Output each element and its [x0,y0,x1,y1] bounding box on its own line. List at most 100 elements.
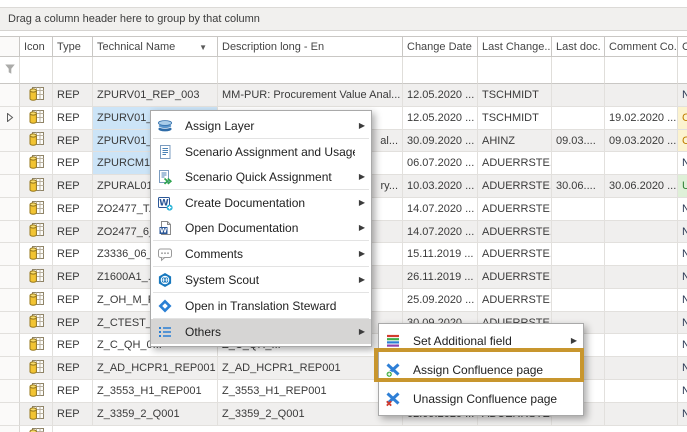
menu-item-scenario-quick-assignment[interactable]: Scenario Quick Assignment▶ [151,164,371,189]
cell-change_date[interactable]: 06.07.2020 ... [403,152,478,175]
cell-comment[interactable] [605,221,678,243]
cell-comment[interactable] [605,403,678,426]
row-indicator-cell[interactable] [0,289,20,312]
cell-desc[interactable]: Z_3359_2_Q001 [218,403,403,426]
menu-item-open-in-translation-steward[interactable]: Open in Translation Steward [151,293,371,318]
cell-type[interactable]: REP [53,152,93,175]
filter-row-indicator[interactable] [0,57,20,84]
cell-icon[interactable] [20,221,53,243]
cell-last_doc[interactable] [552,84,605,107]
cell-extra[interactable]: N... [678,312,687,334]
row-indicator-cell[interactable] [0,198,20,221]
cell-extra[interactable]: N... [678,289,687,312]
filter-cell-icon[interactable] [20,57,53,84]
cell-last_doc[interactable]: 30.06.... [552,175,605,198]
column-header-last_change[interactable]: Last Change... [478,36,552,57]
row-indicator-cell[interactable] [0,84,20,107]
menu-item-create-documentation[interactable]: WCreate Documentation▶ [151,190,371,215]
menu-item-scenario-assignment-and-usage[interactable]: Scenario Assignment and Usage [151,139,371,164]
cell-extra[interactable]: N... [678,243,687,266]
cell-extra[interactable]: N... [678,266,687,289]
cell-comment[interactable] [605,152,678,175]
cell-comment[interactable] [605,312,678,334]
row-indicator-cell[interactable] [0,175,20,198]
menu-item-comments[interactable]: Comments▶ [151,241,371,266]
cell-icon[interactable] [20,107,53,130]
cell-last_change[interactable]: AHINZ [478,130,552,152]
cell-extra[interactable]: N... [678,221,687,243]
cell-comment[interactable] [605,357,678,380]
cell-desc[interactable]: Z_3553_H1_REP001 [218,380,403,403]
cell-icon[interactable] [20,175,53,198]
cell-extra[interactable]: U... [678,175,687,198]
cell-extra[interactable]: N... [678,334,687,357]
cell-comment[interactable] [605,198,678,221]
cell-last_change[interactable]: ADUERRSTE... [478,289,552,312]
cell-icon[interactable] [20,243,53,266]
cell-comment[interactable]: 09.03.2020 ... [605,130,678,152]
cell-desc[interactable]: MM-PUR: Procurement Value Anal... [218,84,403,107]
cell-extra[interactable]: N... [678,84,687,107]
cell-change_date[interactable]: 12.05.2020 ... [403,84,478,107]
cell-tech[interactable]: Z_3359_2_Q001 [93,403,218,426]
cell-comment[interactable]: 19.02.2020 ... [605,107,678,130]
menu-item-unassign-confluence-page[interactable]: Unassign Confluence page [379,384,583,413]
row-indicator-cell[interactable] [0,312,20,334]
cell-type[interactable]: REP [53,334,93,357]
cell-change_date[interactable]: 14.07.2020 ... [403,198,478,221]
cell-extra[interactable]: N... [678,357,687,380]
cell-last_change[interactable]: ADUERRSTE... [478,152,552,175]
cell-tech[interactable]: ZPURV01_REP_003 [93,84,218,107]
cell-comment[interactable]: 30.06.2020 ... [605,175,678,198]
cell-last_doc[interactable] [552,198,605,221]
column-header-last_doc[interactable]: Last doc. [552,36,605,57]
cell-tech[interactable]: Z_3553_H1_REP001 [93,380,218,403]
cell-last_change[interactable]: ADUERRSTE... [478,243,552,266]
menu-item-others[interactable]: Others▶ [151,319,371,344]
column-header-tech[interactable]: Technical Name▼ [93,36,218,57]
cell-last_change[interactable]: ADUERRSTE... [478,266,552,289]
row-indicator-cell[interactable] [0,403,20,426]
cell-type[interactable]: REP [53,130,93,152]
filter-cell-desc[interactable] [218,57,403,84]
row-indicator-cell[interactable] [0,221,20,243]
funnel-icon[interactable] [3,62,17,79]
row-indicator-cell[interactable] [0,107,20,130]
cell-comment[interactable] [605,84,678,107]
cell-icon[interactable] [20,198,53,221]
row-indicator-cell[interactable] [0,334,20,357]
cell-type[interactable]: REP [53,221,93,243]
cell-last_doc[interactable] [552,289,605,312]
row-indicator-cell[interactable] [0,130,20,152]
row-indicator-cell[interactable] [0,152,20,175]
cell-icon[interactable] [20,152,53,175]
cell-type[interactable]: REP [53,84,93,107]
cell-last_change[interactable]: ADUERRSTE... [478,175,552,198]
cell-comment[interactable] [605,380,678,403]
cell-type[interactable]: REP [53,175,93,198]
cell-extra[interactable]: N... [678,403,687,426]
cell-last_doc[interactable] [552,266,605,289]
cell-type[interactable]: REP [53,380,93,403]
cell-last_doc[interactable] [552,221,605,243]
row-indicator-cell[interactable] [0,426,20,432]
filter-cell-last_doc[interactable] [552,57,605,84]
cell-extra[interactable]: N... [678,380,687,403]
cell-last_doc[interactable] [552,107,605,130]
cell-icon[interactable] [20,266,53,289]
filter-cell-change_date[interactable] [403,57,478,84]
cell-icon[interactable] [20,380,53,403]
filter-cell-last_change[interactable] [478,57,552,84]
cell-change_date[interactable]: 10.03.2020 ... [403,175,478,198]
cell-comment[interactable] [605,289,678,312]
cell-type[interactable]: REP [53,198,93,221]
row-indicator-cell[interactable] [0,266,20,289]
filter-cell-comment[interactable] [605,57,678,84]
cell-type[interactable]: REP [53,289,93,312]
cell-icon[interactable] [20,289,53,312]
cell-icon[interactable] [20,312,53,334]
filter-cell-extra[interactable] [678,57,687,84]
cell-type[interactable]: REP [53,357,93,380]
cell-last_doc[interactable] [552,243,605,266]
column-header-type[interactable]: Type [53,36,93,57]
